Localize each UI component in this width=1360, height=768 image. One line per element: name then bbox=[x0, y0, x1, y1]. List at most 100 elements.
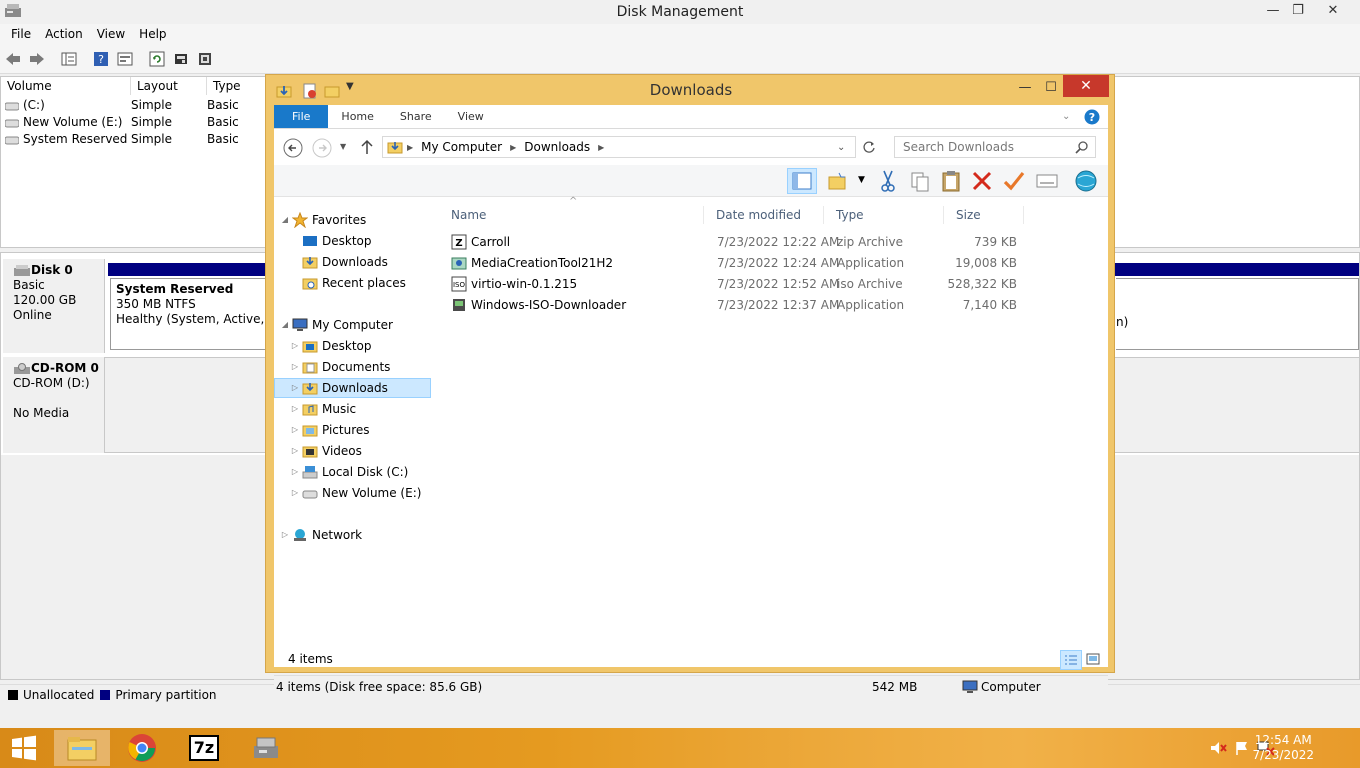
preview-pane-icon[interactable] bbox=[787, 168, 817, 194]
collapsed-arrow-icon[interactable]: ▷ bbox=[280, 525, 290, 545]
restore-button[interactable]: ❐ bbox=[1283, 0, 1313, 22]
c-drive-partition[interactable]: n) bbox=[1116, 278, 1359, 350]
up-icon[interactable] bbox=[360, 139, 374, 155]
tab-home[interactable]: Home bbox=[328, 105, 386, 128]
collapsed-arrow-icon[interactable]: ▷ bbox=[290, 483, 300, 503]
collapsed-arrow-icon[interactable]: ▷ bbox=[290, 441, 300, 461]
expanded-arrow-icon[interactable]: ◢ bbox=[280, 315, 290, 335]
large-icons-view-icon[interactable] bbox=[1086, 653, 1100, 665]
cut-icon[interactable] bbox=[878, 170, 898, 192]
tab-view[interactable]: View bbox=[445, 105, 497, 128]
search-icon[interactable] bbox=[1075, 140, 1089, 154]
nav-downloads-selected[interactable]: ▷ Downloads bbox=[274, 378, 431, 398]
nav-music[interactable]: ▷ Music bbox=[290, 399, 356, 419]
expanded-arrow-icon[interactable]: ◢ bbox=[280, 210, 290, 230]
column-header-volume[interactable]: Volume bbox=[1, 77, 131, 95]
nav-videos[interactable]: ▷ Videos bbox=[290, 441, 362, 461]
rename-check-icon[interactable] bbox=[1003, 171, 1025, 191]
help-icon[interactable]: ? bbox=[1084, 105, 1108, 128]
status-bar: 4 items (Disk free space: 85.6 GB) 542 M… bbox=[274, 675, 1108, 697]
taskbar-chrome[interactable] bbox=[114, 730, 170, 766]
nav-fav-desktop[interactable]: Desktop bbox=[300, 231, 372, 251]
taskbar-7zip[interactable]: 7z bbox=[176, 730, 232, 766]
new-folder-icon[interactable] bbox=[827, 171, 851, 191]
breadcrumb-my-computer[interactable]: My Computer bbox=[421, 140, 502, 154]
console-tree-icon[interactable] bbox=[60, 50, 78, 68]
file-row[interactable]: Z Carroll 7/23/2022 12:22 AM zip Archive… bbox=[447, 232, 1017, 252]
navigation-pane: ◢ Favorites Desktop Downloads Recent plac… bbox=[274, 200, 434, 630]
tab-file[interactable]: File bbox=[274, 105, 329, 128]
nav-local-disk-c[interactable]: ▷ Local Disk (C:) bbox=[290, 462, 408, 482]
nav-fav-recent[interactable]: Recent places bbox=[300, 273, 406, 293]
address-dropdown-icon[interactable]: ⌄ bbox=[837, 142, 855, 153]
system-reserved-partition[interactable]: System Reserved 350 MB NTFS Healthy (Sys… bbox=[110, 278, 270, 350]
ribbon-expand-icon[interactable]: ⌄ bbox=[1062, 105, 1084, 128]
taskbar-disk-management[interactable] bbox=[238, 730, 294, 766]
settings-icon[interactable] bbox=[196, 50, 214, 68]
action-center-flag-icon[interactable] bbox=[1234, 740, 1250, 756]
details-view-icon[interactable] bbox=[1060, 650, 1082, 670]
breadcrumb-downloads[interactable]: Downloads bbox=[524, 140, 590, 154]
nav-favorites[interactable]: ◢ Favorites bbox=[280, 210, 366, 230]
refresh-icon[interactable] bbox=[862, 140, 876, 154]
table-row[interactable]: System Reserved Simple Basic bbox=[5, 131, 265, 148]
start-button[interactable] bbox=[0, 730, 48, 766]
nav-fav-downloads[interactable]: Downloads bbox=[300, 252, 388, 272]
rescan-disks-icon[interactable] bbox=[172, 50, 190, 68]
nav-desktop[interactable]: ▷ Desktop bbox=[290, 336, 372, 356]
table-row[interactable]: New Volume (E:) Simple Basic bbox=[5, 114, 265, 131]
paste-icon[interactable] bbox=[941, 170, 963, 192]
column-header-type[interactable]: Type bbox=[824, 206, 944, 224]
search-input[interactable]: Search Downloads bbox=[894, 136, 1096, 158]
volume-muted-icon[interactable] bbox=[1209, 740, 1227, 756]
disk0-label[interactable]: Disk 0 Basic 120.00 GB Online bbox=[3, 259, 105, 353]
rename-icon[interactable] bbox=[1036, 173, 1058, 189]
collapsed-arrow-icon[interactable]: ▷ bbox=[290, 399, 300, 419]
forward-arrow-icon[interactable] bbox=[28, 50, 46, 68]
address-bar[interactable]: ▶ My Computer ▶ Downloads ▶ ⌄ bbox=[382, 136, 856, 158]
collapsed-arrow-icon[interactable]: ▷ bbox=[290, 336, 300, 356]
recent-locations-icon[interactable]: ▼ bbox=[340, 142, 346, 151]
file-row[interactable]: MediaCreationTool21H2 7/23/2022 12:24 AM… bbox=[447, 253, 1017, 273]
nav-my-computer[interactable]: ◢ My Computer bbox=[280, 315, 393, 335]
new-folder-dropdown-icon[interactable]: ▼ bbox=[858, 175, 865, 185]
explorer-maximize-button[interactable]: ☐ bbox=[1037, 77, 1065, 99]
file-row[interactable]: Windows-ISO-Downloader 7/23/2022 12:37 A… bbox=[447, 295, 1017, 315]
forward-icon[interactable] bbox=[311, 137, 333, 159]
collapsed-arrow-icon[interactable]: ▷ bbox=[290, 462, 300, 482]
column-header-layout[interactable]: Layout bbox=[131, 77, 207, 95]
taskbar-file-explorer[interactable] bbox=[54, 730, 110, 766]
menu-file[interactable]: File bbox=[4, 27, 38, 41]
delete-icon[interactable] bbox=[972, 171, 992, 191]
nav-network[interactable]: ▷ Network bbox=[280, 525, 362, 545]
back-arrow-icon[interactable] bbox=[4, 50, 22, 68]
collapsed-arrow-icon[interactable]: ▷ bbox=[290, 420, 300, 440]
explorer-close-button[interactable]: ✕ bbox=[1063, 75, 1109, 97]
help-icon[interactable]: ? bbox=[92, 50, 110, 68]
globe-icon[interactable] bbox=[1074, 170, 1098, 192]
properties-icon[interactable] bbox=[116, 50, 134, 68]
file-row[interactable]: ISO virtio-win-0.1.215 7/23/2022 12:52 A… bbox=[447, 274, 1017, 294]
collapsed-arrow-icon[interactable]: ▷ bbox=[290, 357, 300, 377]
explorer-minimize-button[interactable]: — bbox=[1011, 77, 1039, 99]
copy-icon[interactable] bbox=[910, 171, 930, 193]
column-header-name[interactable]: Name bbox=[439, 206, 704, 224]
nav-pictures[interactable]: ▷ Pictures bbox=[290, 420, 370, 440]
status-size: 542 MB bbox=[872, 680, 918, 694]
cdrom-label[interactable]: CD-ROM 0 CD-ROM (D:) No Media bbox=[3, 357, 105, 453]
clock[interactable]: 12:54 AM 7/23/2022 bbox=[1252, 733, 1314, 763]
column-header-size[interactable]: Size bbox=[944, 206, 1024, 224]
collapsed-arrow-icon[interactable]: ▷ bbox=[290, 378, 300, 398]
nav-new-volume-e[interactable]: ▷ New Volume (E:) bbox=[290, 483, 422, 503]
menu-help[interactable]: Help bbox=[132, 27, 173, 41]
nav-documents[interactable]: ▷ Documents bbox=[290, 357, 391, 377]
menu-view[interactable]: View bbox=[90, 27, 132, 41]
column-header-type[interactable]: Type bbox=[207, 77, 267, 95]
column-header-date[interactable]: Date modified bbox=[704, 206, 824, 224]
menu-action[interactable]: Action bbox=[38, 27, 90, 41]
close-button[interactable]: ✕ bbox=[1318, 0, 1348, 22]
table-row[interactable]: (C:) Simple Basic bbox=[5, 97, 265, 114]
tab-share[interactable]: Share bbox=[387, 105, 445, 128]
back-icon[interactable] bbox=[282, 137, 304, 159]
refresh-icon[interactable] bbox=[148, 50, 166, 68]
